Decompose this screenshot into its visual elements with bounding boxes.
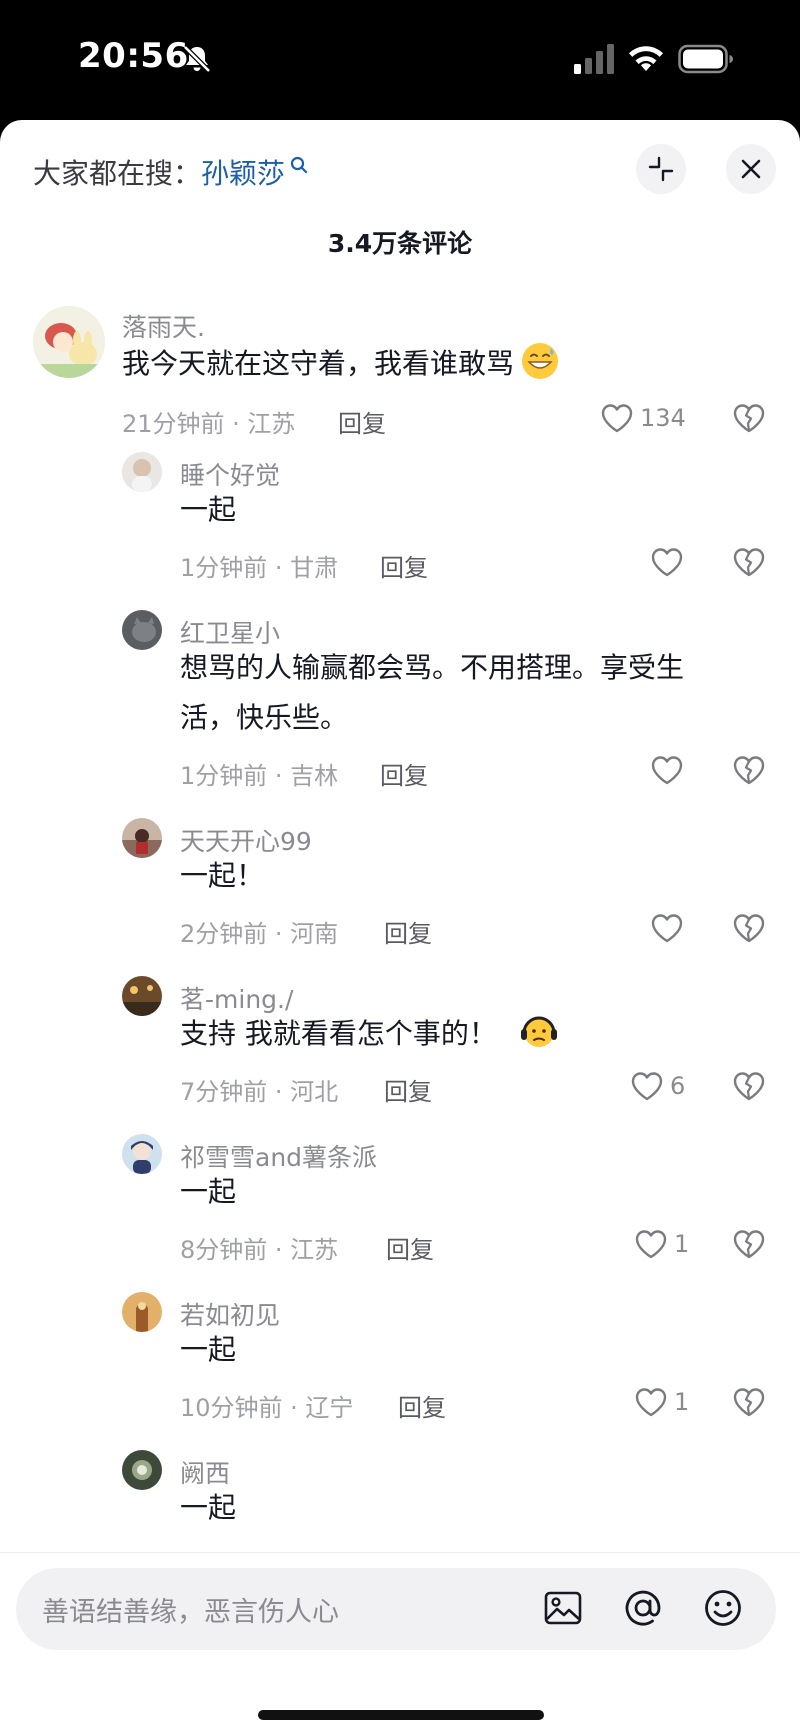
like-button[interactable]: 134 — [600, 402, 686, 434]
like-count: 1 — [674, 1388, 690, 1416]
comment-item: 落雨天. 我今天就在这守着，我看谁敢骂 21分钟前 · 江苏 回复 134 — [0, 280, 800, 438]
reply-item: 茗-ming./ 支持 我就看看怎个事的！ 7分钟前 · 河北 回复 6 — [0, 976, 800, 1106]
avatar[interactable] — [122, 1450, 162, 1490]
comment-input[interactable]: 善语结善缘，恶言伤人心 — [16, 1568, 776, 1650]
search-suggestion-prefix: 大家都在搜： — [33, 157, 202, 190]
heart-icon — [601, 404, 633, 433]
reply-text: 活，快乐些。 — [180, 701, 349, 734]
reply-text: 一起！ — [180, 859, 265, 892]
reply-item: 天天开心99 一起！ 2分钟前 · 河南 回复 — [0, 818, 800, 948]
avatar[interactable] — [122, 976, 162, 1016]
broken-heart-icon — [733, 404, 765, 433]
like-button[interactable] — [650, 754, 684, 786]
bell-off-icon — [183, 45, 211, 73]
like-button[interactable]: 1 — [634, 1228, 689, 1260]
reply-button[interactable]: 回复 — [384, 1072, 432, 1107]
avatar[interactable] — [122, 452, 162, 492]
search-icon — [290, 156, 308, 174]
dislike-button[interactable] — [732, 402, 766, 438]
reply-text-content: 支持 我就看看怎个事的！ — [180, 1017, 497, 1050]
close-button[interactable] — [726, 144, 776, 194]
reply-item: 红卫星小 想骂的人输赢都会骂。不用搭理。享受生 活，快乐些。 1分钟前 · 吉林… — [0, 610, 800, 790]
dislike-button[interactable] — [732, 1228, 766, 1264]
collapse-button[interactable] — [636, 144, 686, 194]
comment-count: 3.4万条评论 — [327, 229, 473, 258]
avatar[interactable] — [122, 610, 162, 650]
reply-meta: 7分钟前 · 河北 — [180, 1078, 339, 1106]
dislike-button[interactable] — [732, 1386, 766, 1422]
heart-icon — [651, 914, 683, 943]
reply-button[interactable]: 回复 — [338, 404, 386, 439]
reply-text: 一起 — [180, 493, 237, 526]
battery-icon — [678, 44, 733, 74]
avatar[interactable] — [122, 1134, 162, 1174]
like-button[interactable]: 1 — [634, 1386, 689, 1418]
dislike-button[interactable] — [732, 754, 766, 790]
status-time: 20:56 — [78, 36, 189, 76]
reply-button[interactable]: 回复 — [380, 756, 428, 791]
heart-icon — [635, 1230, 667, 1259]
reply-text: 支持 我就看看怎个事的！ — [180, 1010, 559, 1058]
reply-text: 想骂的人输赢都会骂。不用搭理。享受生 — [180, 651, 685, 684]
reply-text: 一起 — [180, 1491, 237, 1524]
search-suggestion[interactable]: 大家都在搜： 孙颖莎 — [33, 150, 309, 194]
comment-text-content: 我今天就在这守着，我看谁敢骂 — [122, 347, 515, 380]
like-count: 134 — [640, 404, 686, 432]
reply-item: 祁雪雪and薯条派 一起 8分钟前 · 江苏 回复 1 — [0, 1134, 800, 1264]
reply-button[interactable]: 回复 — [384, 914, 432, 949]
close-icon — [741, 159, 761, 179]
reply-meta: 8分钟前 · 江苏 — [180, 1236, 339, 1264]
reply-meta: 1分钟前 · 甘肃 — [180, 554, 339, 582]
wifi-icon — [629, 46, 663, 71]
dislike-button[interactable] — [732, 546, 766, 582]
comment-text: 我今天就在这守着，我看谁敢骂 — [122, 340, 560, 388]
reply-item: 若如初见 一起 10分钟前 · 辽宁 回复 1 — [0, 1292, 800, 1422]
collapse-icon — [648, 156, 674, 182]
like-button[interactable] — [650, 912, 684, 944]
broken-heart-icon — [733, 1230, 765, 1259]
like-count: 1 — [674, 1230, 690, 1258]
reply-meta: 10分钟前 · 辽宁 — [180, 1394, 354, 1422]
dislike-button[interactable] — [732, 1070, 766, 1106]
broken-heart-icon — [733, 1388, 765, 1417]
reply-text: 一起 — [180, 1333, 237, 1366]
avatar[interactable] — [122, 818, 162, 858]
comment-list[interactable]: 落雨天. 我今天就在这守着，我看谁敢骂 21分钟前 · 江苏 回复 134 睡个… — [0, 280, 800, 1670]
reply-item: 阙西 一起 — [0, 1450, 800, 1550]
at-icon[interactable] — [622, 1587, 664, 1629]
like-button[interactable]: 6 — [630, 1070, 685, 1102]
comment-meta: 21分钟前 · 江苏 — [122, 410, 296, 438]
signal-icon — [574, 44, 614, 74]
heart-icon — [631, 1072, 663, 1101]
reply-meta: 2分钟前 · 河南 — [180, 920, 339, 948]
reply-item: 睡个好觉 一起 1分钟前 · 甘肃 回复 — [0, 452, 800, 582]
reply-button[interactable]: 回复 — [398, 1388, 446, 1423]
broken-heart-icon — [733, 914, 765, 943]
search-suggestion-keyword[interactable]: 孙颖莎 — [201, 152, 285, 192]
emoji-icon[interactable] — [702, 1587, 744, 1629]
heart-icon — [635, 1388, 667, 1417]
reply-text: 一起 — [180, 1175, 237, 1208]
grin-sweat-emoji-icon — [522, 343, 559, 379]
avatar[interactable] — [122, 1292, 162, 1332]
broken-heart-icon — [733, 548, 765, 577]
broken-heart-icon — [733, 1072, 765, 1101]
heart-icon — [651, 548, 683, 577]
headphones-face-emoji-icon — [520, 1016, 557, 1047]
status-bar: 20:56 — [0, 0, 800, 120]
comment-username[interactable]: 落雨天. — [122, 308, 205, 344]
broken-heart-icon — [733, 756, 765, 785]
comment-input-placeholder: 善语结善缘，恶言伤人心 — [42, 1597, 339, 1628]
image-icon[interactable] — [542, 1587, 584, 1629]
comment-sheet: 大家都在搜： 孙颖莎 3.4万条评论 落雨天. 我今天就在这守着，我看谁敢骂 2… — [0, 120, 800, 1734]
dislike-button[interactable] — [732, 912, 766, 948]
like-count: 6 — [670, 1072, 686, 1100]
reply-meta: 1分钟前 · 吉林 — [180, 762, 339, 790]
home-indicator[interactable] — [258, 1710, 544, 1720]
reply-button[interactable]: 回复 — [386, 1230, 434, 1265]
like-button[interactable] — [650, 546, 684, 578]
heart-icon — [651, 756, 683, 785]
reply-button[interactable]: 回复 — [380, 548, 428, 583]
avatar[interactable] — [33, 306, 105, 378]
